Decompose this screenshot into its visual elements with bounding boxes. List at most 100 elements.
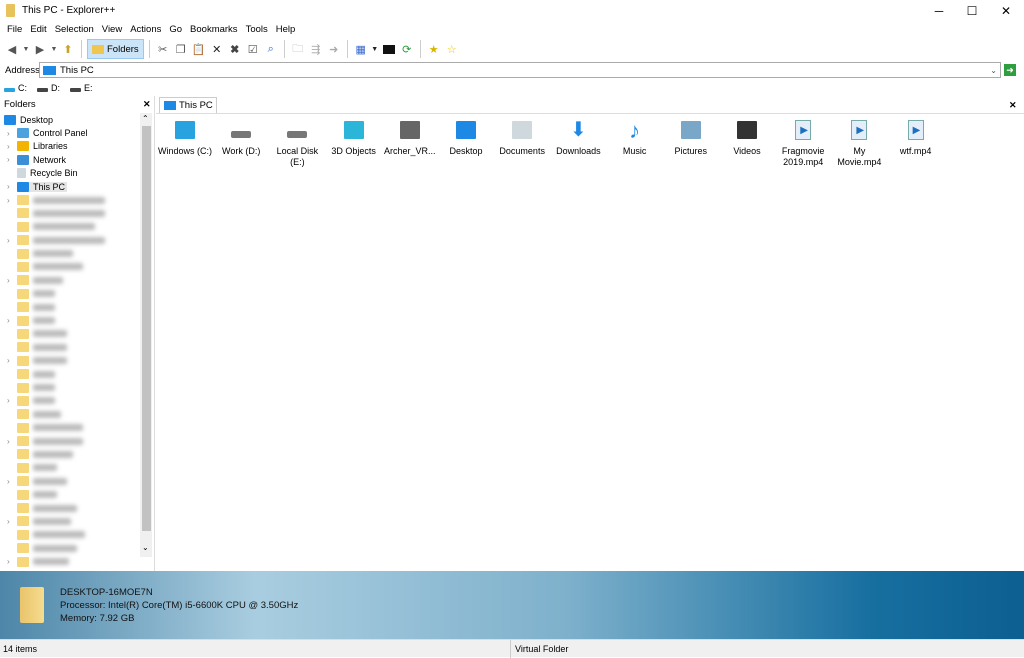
tree-item-blurred[interactable]: › [0,274,140,287]
search-icon[interactable]: ⌕ [263,41,279,57]
tree-item-this-pc[interactable]: › This PC [0,180,140,193]
expand-icon[interactable]: › [7,517,17,526]
new-folder-icon[interactable]: 🗀 [290,41,306,57]
copy-to-icon[interactable]: ⇶ [308,41,324,57]
back-icon[interactable]: ◀ [4,41,20,57]
expand-icon[interactable]: › [7,396,17,405]
delete-icon[interactable]: ✕ [209,41,225,57]
file-item[interactable]: ▶ wtf.mp4 [888,118,944,157]
drive-c-button[interactable]: C: [4,83,27,93]
views-icon[interactable]: ▦ [353,41,369,57]
refresh-icon[interactable]: ⟳ [399,41,415,57]
menu-tools[interactable]: Tools [243,22,273,38]
back-dropdown-icon[interactable]: ▼ [22,41,30,57]
tree-item-network[interactable]: › Network [0,153,140,166]
expand-icon[interactable]: › [7,316,17,325]
file-item[interactable]: Local Disk (E:) [269,118,325,168]
tree-item-blurred[interactable]: › [0,394,140,407]
drive-d-button[interactable]: D: [37,83,60,93]
tree-item-blurred[interactable] [0,528,140,541]
tree-item-blurred[interactable] [0,408,140,421]
paste-icon[interactable]: 📋 [191,41,207,57]
chevron-down-icon[interactable]: ⌄ [990,66,997,75]
expand-icon[interactable]: › [7,477,17,486]
tree-item-blurred[interactable]: › [0,475,140,488]
expand-icon[interactable]: › [7,437,17,446]
tree-item-blurred[interactable] [0,300,140,313]
close-tab-icon[interactable]: ✕ [1009,100,1017,111]
minimize-button[interactable]: ─ [922,0,956,22]
scrollbar-thumb[interactable] [142,126,151,531]
tree-item-blurred[interactable]: › [0,434,140,447]
menu-help[interactable]: Help [273,22,301,38]
menu-bookmarks[interactable]: Bookmarks [187,22,243,38]
tree-item-blurred[interactable] [0,542,140,555]
scroll-up-icon[interactable]: ⌃ [142,114,149,123]
file-item[interactable]: Videos [719,118,775,157]
tree-item-blurred[interactable] [0,207,140,220]
expand-icon[interactable]: › [7,182,17,191]
file-item[interactable]: Archer_VR... [382,118,438,157]
tab-this-pc[interactable]: This PC [159,97,217,113]
tree-item-blurred[interactable] [0,260,140,273]
tree-item-blurred[interactable] [0,381,140,394]
forward-icon[interactable]: ▶ [32,41,48,57]
menu-actions[interactable]: Actions [127,22,166,38]
expand-icon[interactable]: › [7,155,17,164]
tree-item-blurred[interactable]: › [0,515,140,528]
tree-item-blurred[interactable] [0,448,140,461]
file-item[interactable]: ▶ Fragmovie 2019.mp4 [775,118,831,168]
close-button[interactable]: ✕ [989,0,1023,22]
tree-item-blurred[interactable] [0,327,140,340]
tree-item-blurred[interactable] [0,247,140,260]
file-item[interactable]: 3D Objects [326,118,382,157]
command-prompt-icon[interactable] [381,41,397,57]
tree-item-blurred[interactable] [0,488,140,501]
menu-selection[interactable]: Selection [52,22,99,38]
tree-item-blurred[interactable] [0,341,140,354]
close-folders-pane-icon[interactable]: ✕ [143,99,151,110]
scroll-down-icon[interactable]: ⌄ [142,543,149,552]
forward-dropdown-icon[interactable]: ▼ [50,41,58,57]
tree-item-blurred[interactable]: › [0,314,140,327]
tree-item-blurred[interactable]: › [0,234,140,247]
tree-item-libraries[interactable]: › Libraries [0,140,140,153]
tree-item-blurred[interactable]: › [0,555,140,568]
file-item[interactable]: Work (D:) [213,118,269,157]
menu-edit[interactable]: Edit [27,22,51,38]
expand-icon[interactable]: › [7,236,17,245]
tree-item-recycle-bin[interactable]: Recycle Bin [0,167,140,180]
delete-permanently-icon[interactable]: ✖ [227,41,243,57]
folders-button[interactable]: Folders [87,39,144,59]
file-item[interactable]: ♪ Music [607,118,663,157]
bookmarks-icon[interactable]: ☆ [444,41,460,57]
file-item[interactable]: Windows (C:) [157,118,213,157]
menu-file[interactable]: File [4,22,27,38]
tree-item-control-panel[interactable]: › Control Panel [0,126,140,139]
up-folder-icon[interactable]: ⬆ [60,41,76,57]
tree-item-blurred[interactable]: › [0,354,140,367]
expand-icon[interactable]: › [7,196,17,205]
expand-icon[interactable]: › [7,129,17,138]
maximize-button[interactable]: ☐ [955,0,989,22]
file-item[interactable]: Desktop [438,118,494,157]
add-bookmark-icon[interactable]: ★ [426,41,442,57]
tree-item-blurred[interactable] [0,461,140,474]
file-item[interactable]: ▶ My Movie.mp4 [831,118,887,168]
views-dropdown-icon[interactable]: ▼ [371,41,379,57]
menu-go[interactable]: Go [166,22,187,38]
tree-item-blurred[interactable] [0,367,140,380]
move-to-icon[interactable]: ➜ [326,41,342,57]
copy-icon[interactable]: ❐ [173,41,189,57]
go-button[interactable]: ➜ [1004,64,1016,76]
properties-icon[interactable]: ☑ [245,41,261,57]
expand-icon[interactable]: › [7,142,17,151]
tree-item-desktop[interactable]: Desktop [0,113,140,126]
menu-view[interactable]: View [99,22,127,38]
tree-item-blurred[interactable] [0,220,140,233]
file-item[interactable]: ⬇ Downloads [550,118,606,157]
expand-icon[interactable]: › [7,276,17,285]
tree-item-blurred[interactable] [0,287,140,300]
drive-e-button[interactable]: E: [70,83,93,93]
expand-icon[interactable]: › [7,557,17,566]
